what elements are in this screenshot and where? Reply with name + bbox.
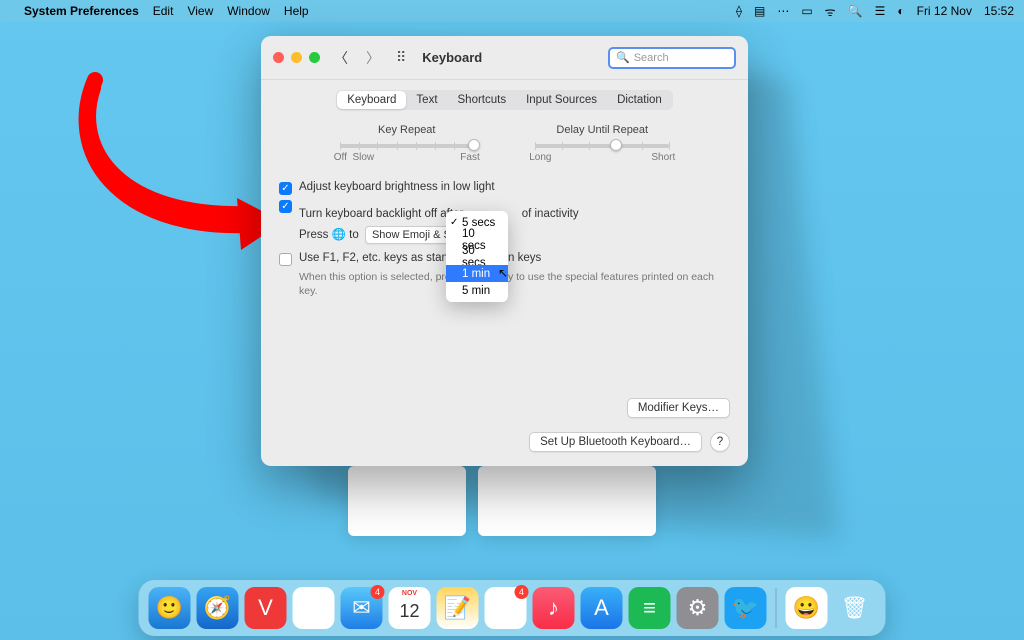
dock-calendar[interactable]: NOV12 [389, 587, 431, 629]
delay-label: Delay Until Repeat [527, 124, 677, 136]
control-center-icon[interactable]: ◐ [897, 4, 904, 18]
dock: 🙂🧭V✱✉︎4NOV12📝⦿4♪A≡⚙︎🐦 😀🗑 [139, 580, 886, 636]
menubar: System Preferences Edit View Window Help… [0, 0, 1024, 22]
menu-view[interactable]: View [187, 4, 213, 18]
forward-button: 〉 [362, 48, 384, 68]
adjust-brightness-checkbox[interactable] [279, 182, 292, 195]
zoom-button[interactable] [309, 52, 320, 63]
status-icon-dots[interactable]: ⋯ [777, 4, 789, 18]
status-icon-1[interactable]: ⟠ [736, 4, 742, 18]
menu-edit[interactable]: Edit [153, 4, 174, 18]
wifi-icon[interactable]: ᯤ [825, 3, 836, 20]
dock-slack[interactable]: ✱ [293, 587, 335, 629]
tab-keyboard[interactable]: Keyboard [337, 91, 406, 109]
menu-window[interactable]: Window [227, 4, 270, 18]
dock-vivaldi[interactable]: V [245, 587, 287, 629]
dock-appstore[interactable]: A [581, 587, 623, 629]
traffic-lights [273, 52, 320, 63]
key-repeat-label: Key Repeat [332, 124, 482, 136]
status-icon-screen[interactable]: ▤ [754, 4, 765, 18]
dock-mail[interactable]: ✉︎4 [341, 587, 383, 629]
search-field[interactable]: 🔍 Search [608, 47, 736, 69]
fn-keys-help: When this option is selected, press the … [299, 270, 730, 298]
tab-bar: Keyboard Text Shortcuts Input Sources Di… [279, 90, 730, 110]
adjust-brightness-label: Adjust keyboard brightness in low light [299, 181, 495, 193]
backlight-off-label-pre: Turn keyboard backlight off after [299, 208, 463, 220]
tab-text[interactable]: Text [406, 91, 447, 109]
press-globe-pre: Press [299, 229, 328, 241]
do-not-disturb-icon[interactable]: ☰ [875, 4, 886, 18]
dock-separator [776, 588, 777, 628]
modifier-keys-button[interactable]: Modifier Keys… [627, 398, 730, 418]
popup-option-30secs[interactable]: 30 secs [446, 248, 508, 265]
back-button[interactable]: 〈 [330, 48, 352, 68]
fn-keys-checkbox[interactable] [279, 253, 292, 266]
dock-emoji-panel[interactable]: 😀 [786, 587, 828, 629]
tab-input-sources[interactable]: Input Sources [516, 91, 607, 109]
battery-icon[interactable]: ▭ [801, 4, 812, 18]
delay-until-repeat-slider[interactable]: Delay Until Repeat LongShort [527, 124, 677, 163]
window-title: Keyboard [422, 50, 482, 65]
background-window-2 [478, 466, 656, 536]
show-all-icon[interactable]: ⠿ [396, 49, 406, 66]
search-icon[interactable]: 🔍 [848, 4, 863, 18]
annotation-arrow [55, 60, 285, 260]
search-placeholder: Search [634, 52, 669, 64]
tab-dictation[interactable]: Dictation [607, 91, 672, 109]
close-button[interactable] [273, 52, 284, 63]
app-menu[interactable]: System Preferences [24, 4, 139, 18]
dock-reminders[interactable]: ⦿4 [485, 587, 527, 629]
backlight-timeout-popup[interactable]: 5 secs 10 secs 30 secs 1 min 5 min [446, 211, 508, 302]
dock-settings[interactable]: ⚙︎ [677, 587, 719, 629]
cursor-icon: ↖︎ [498, 266, 508, 280]
backlight-off-label-post: of inactivity [522, 208, 579, 220]
key-repeat-slider[interactable]: Key Repeat Off SlowFast [332, 124, 482, 163]
help-button[interactable]: ? [710, 432, 730, 452]
globe-icon: 🌐 [332, 229, 346, 241]
bluetooth-keyboard-button[interactable]: Set Up Bluetooth Keyboard… [529, 432, 702, 452]
dock-music[interactable]: ♪ [533, 587, 575, 629]
dock-safari[interactable]: 🧭 [197, 587, 239, 629]
titlebar: 〈 〉 ⠿ Keyboard 🔍 Search [261, 36, 748, 80]
press-globe-post: to [349, 229, 359, 241]
menu-help[interactable]: Help [284, 4, 309, 18]
tab-shortcuts[interactable]: Shortcuts [448, 91, 517, 109]
menubar-date[interactable]: Fri 12 Nov [917, 4, 972, 18]
menubar-time[interactable]: 15:52 [984, 4, 1014, 18]
dock-finder[interactable]: 🙂 [149, 587, 191, 629]
badge: 4 [515, 585, 529, 599]
backlight-off-checkbox[interactable] [279, 200, 292, 213]
dock-spotify[interactable]: ≡ [629, 587, 671, 629]
dock-twitter[interactable]: 🐦 [725, 587, 767, 629]
dock-trash[interactable]: 🗑 [834, 587, 876, 629]
badge: 4 [371, 585, 385, 599]
search-icon: 🔍 [616, 51, 630, 64]
background-window-1 [348, 466, 466, 536]
minimize-button[interactable] [291, 52, 302, 63]
dock-notes[interactable]: 📝 [437, 587, 479, 629]
popup-option-5min[interactable]: 5 min [446, 282, 508, 299]
